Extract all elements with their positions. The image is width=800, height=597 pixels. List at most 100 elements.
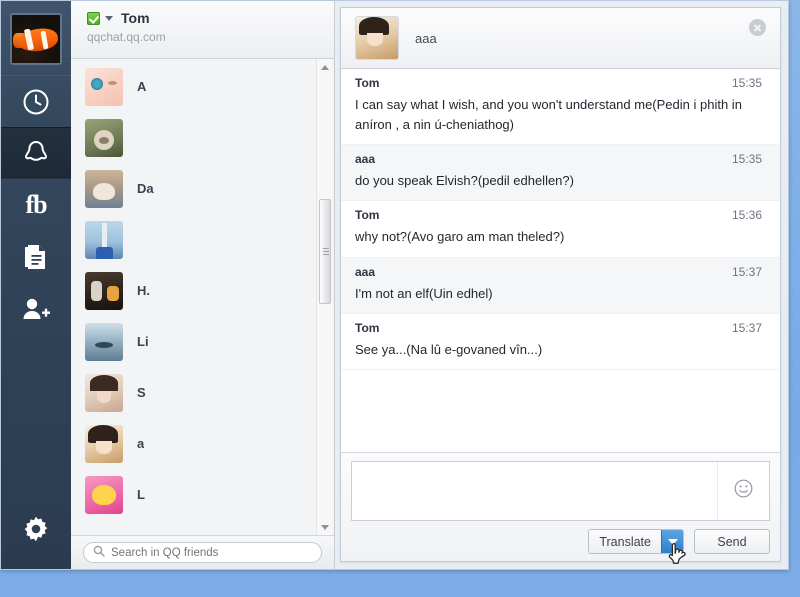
smiley-icon: [734, 479, 753, 503]
navigation-rail: fb: [1, 1, 71, 569]
message-list[interactable]: Tom 15:35 I can say what I wish, and you…: [341, 69, 780, 452]
contact-avatar: [85, 475, 123, 514]
contact-avatar: [85, 67, 123, 106]
contact-avatar: [85, 118, 123, 157]
fb-text-icon: fb: [25, 190, 47, 219]
message-composer: Translate Send: [341, 452, 780, 561]
sidebar-item-facebook[interactable]: fb: [1, 179, 71, 231]
list-item[interactable]: a: [71, 418, 334, 469]
list-item[interactable]: [71, 214, 334, 265]
message-text: I'm not an elf(Uin edhel): [355, 285, 493, 301]
message-row: aaa 15:35 do you speak Elvish?(pedil edh…: [341, 145, 780, 202]
translate-button[interactable]: Translate: [589, 530, 661, 553]
sidebar-item-recent[interactable]: [1, 75, 71, 127]
contact-avatar: [85, 373, 123, 412]
contact-name: H.: [137, 283, 150, 298]
contact-avatar: [85, 322, 123, 361]
contact-name: Da: [137, 181, 154, 196]
list-item[interactable]: S: [71, 367, 334, 418]
chevron-down-icon: [667, 538, 678, 545]
message-time: 15:37: [731, 264, 762, 279]
triangle-up-icon: [321, 64, 329, 70]
message-text: I can say what I wish, and you won't und…: [355, 97, 742, 133]
message-time: 15:36: [731, 208, 762, 223]
close-icon[interactable]: [749, 19, 766, 36]
chat-card: aaa Tom 15:35 I can say what I wish, and…: [340, 7, 781, 562]
message-time: 15:37: [731, 320, 762, 335]
contact-name: S: [137, 385, 146, 400]
search-icon: [93, 544, 105, 562]
sidebar-item-qq[interactable]: [1, 127, 71, 179]
translate-dropdown-toggle[interactable]: [661, 530, 683, 553]
list-item[interactable]: L: [71, 469, 334, 520]
search-input-wrapper[interactable]: [83, 542, 322, 563]
rail-avatar-wrapper: [10, 13, 62, 65]
status-chevron-down-icon[interactable]: [105, 15, 113, 21]
list-item[interactable]: H.: [71, 265, 334, 316]
emoji-button[interactable]: [717, 462, 769, 520]
message-author: aaa: [355, 264, 376, 279]
message-meta: aaa 15:37: [355, 265, 762, 279]
message-meta: Tom 15:36: [355, 208, 762, 222]
contact-avatar: [85, 220, 123, 259]
contact-name: A: [137, 79, 147, 94]
gear-icon: [22, 515, 50, 543]
clock-icon: [22, 88, 50, 116]
contact-avatar: [85, 424, 123, 463]
translate-button-group[interactable]: Translate: [588, 529, 684, 554]
contact-list-scrollbar[interactable]: [316, 59, 332, 535]
status-online-icon[interactable]: [87, 11, 100, 25]
message-text: do you speak Elvish?(pedil edhellen?): [355, 173, 574, 189]
my-status-row: Tom: [87, 10, 334, 26]
send-button[interactable]: Send: [694, 529, 770, 554]
message-author: Tom: [355, 76, 380, 90]
search-bar: [71, 535, 334, 569]
message-meta: aaa 15:35: [355, 152, 762, 166]
message-text: why not?(Avo garo am man theled?): [355, 229, 565, 245]
scrollbar-thumb[interactable]: [319, 199, 331, 304]
peer-avatar[interactable]: [355, 16, 399, 60]
qq-chat-window: fb Tom qqchat.qq.com A Da H. Li S a L Se…: [0, 0, 789, 570]
sidebar-item-documents[interactable]: [1, 231, 71, 283]
message-author: aaa: [355, 152, 376, 167]
document-icon: [23, 243, 49, 271]
sidebar-item-add-friend[interactable]: [1, 283, 71, 335]
my-domain-label: qqchat.qq.com: [87, 30, 166, 44]
sidebar-item-settings[interactable]: [1, 503, 71, 555]
peer-name: aaa: [415, 30, 437, 46]
my-profile-header: Tom qqchat.qq.com: [71, 1, 334, 59]
message-input[interactable]: [352, 462, 717, 520]
contact-avatar: [85, 271, 123, 310]
message-author: Tom: [355, 208, 380, 223]
message-meta: Tom 15:35: [355, 76, 762, 90]
message-text: See ya...(Na lû e-govaned vîn...): [355, 341, 543, 357]
scroll-up-arrow-icon[interactable]: [317, 59, 333, 75]
message-row: Tom 15:37 See ya...(Na lû e-govaned vîn.…: [341, 314, 780, 370]
message-row: Tom 15:36 why not?(Avo garo am man thele…: [341, 201, 780, 258]
list-item[interactable]: Da: [71, 163, 334, 214]
list-item[interactable]: Li: [71, 316, 334, 367]
contact-name: L: [137, 487, 145, 502]
qq-penguin-icon: [21, 138, 51, 168]
message-time: 15:35: [731, 76, 762, 90]
contact-name: a: [137, 436, 145, 451]
scroll-down-arrow-icon[interactable]: [317, 519, 333, 535]
composer-actions: Translate Send: [351, 529, 770, 554]
contact-name: Li: [137, 334, 149, 349]
message-row: Tom 15:35 I can say what I wish, and you…: [341, 69, 780, 146]
message-row: aaa 15:37 I'm not an elf(Uin edhel): [341, 257, 780, 314]
add-user-icon: [21, 296, 51, 322]
my-display-name: Tom: [121, 10, 150, 26]
chat-header: aaa: [341, 8, 780, 69]
list-item[interactable]: A: [71, 61, 334, 112]
search-input[interactable]: [111, 546, 312, 559]
triangle-down-icon: [321, 524, 329, 530]
message-meta: Tom 15:37: [355, 321, 762, 335]
contact-list[interactable]: A Da H. Li S a L: [71, 59, 334, 535]
user-avatar-clownfish[interactable]: [10, 13, 62, 65]
message-author: Tom: [355, 320, 380, 335]
contact-avatar: [85, 169, 123, 208]
contacts-panel: Tom qqchat.qq.com A Da H. Li S a L Searc…: [71, 1, 335, 569]
chat-panel: aaa Tom 15:35 I can say what I wish, and…: [335, 1, 788, 569]
list-item[interactable]: [71, 112, 334, 163]
